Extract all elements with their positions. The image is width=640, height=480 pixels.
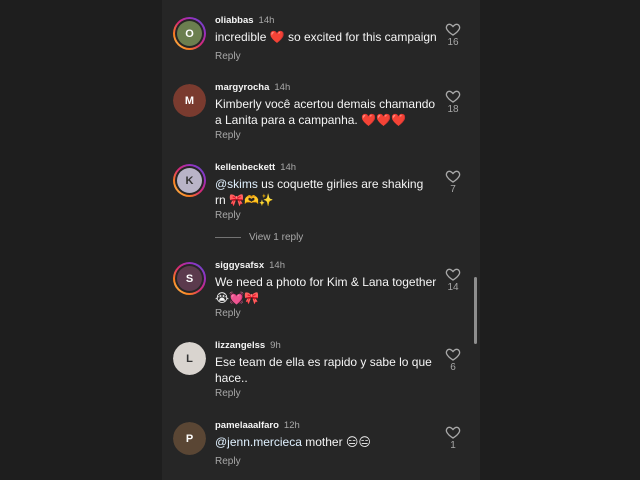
mention-link[interactable]: @skims [215,177,258,191]
reply-button[interactable]: Reply [215,130,241,141]
comment-time: 14h [258,15,275,26]
avatar-image: M [173,84,206,117]
comment-time: 12h [283,420,300,431]
heart-outline-icon[interactable] [445,88,461,104]
comment-text: Ese team de ella es rapido y sabe lo que… [215,355,432,385]
comment-username[interactable]: margyrocha [215,82,269,93]
like-count: 1 [450,440,456,451]
reply-button[interactable]: Reply [215,456,241,467]
like-count: 16 [447,37,459,48]
comment-time: 14h [280,162,297,173]
reply-button[interactable]: Reply [215,388,241,399]
avatar-image: L [173,342,206,375]
avatar[interactable]: O [173,17,206,50]
heart-outline-icon[interactable] [445,346,461,362]
comment-username[interactable]: siggysafsx [215,260,264,271]
heart-outline-icon[interactable] [445,424,461,440]
view-replies-button[interactable]: View 1 reply [215,232,303,243]
avatar-image: S [177,266,202,291]
comment-text: We need a photo for Kim & Lana together … [215,275,437,305]
view-replies-label: View 1 reply [249,232,304,243]
avatar[interactable]: P [173,422,206,455]
avatar[interactable]: M [173,84,206,117]
like-count: 14 [447,282,459,293]
comment-username[interactable]: kellenbeckett [215,162,275,173]
comment-meta: lizzangelss 9h [215,340,281,351]
like-count: 6 [450,362,456,373]
reply-button[interactable]: Reply [215,51,241,62]
heart-outline-icon[interactable] [445,266,461,282]
avatar-image: K [177,168,202,193]
comment-meta: pamelaaalfaro 12h [215,420,300,431]
reply-button[interactable]: Reply [215,210,241,221]
divider-line [215,236,241,238]
comment-username[interactable]: oliabbas [215,15,254,26]
comment-text: @skims us coquette girlies are shaking r… [215,176,437,208]
comment-text: Kimberly você acertou demais chamando a … [215,97,436,127]
comment-time: 14h [274,82,291,93]
comment-meta: siggysafsx 14h [215,260,285,271]
mention-link[interactable]: @jenn.mercieca [215,435,302,449]
avatar-image: O [177,21,202,46]
comment-username[interactable]: pamelaaalfaro [215,420,279,431]
reply-button[interactable]: Reply [215,308,241,319]
comment-text: @jenn.mercieca mother 😑😑 [215,434,437,450]
like-count: 7 [450,184,456,195]
comment-time: 14h [269,260,285,271]
comment-meta: margyrocha 14h [215,82,290,93]
heart-outline-icon[interactable] [445,168,461,184]
avatar[interactable]: K [173,164,206,197]
avatar[interactable]: L [173,342,206,375]
comment-meta: oliabbas 14h [215,15,274,26]
comment-text: incredible ❤️ so excited for this campai… [215,30,437,44]
avatar-image: P [173,422,206,455]
like-count: 18 [447,104,459,115]
comment-time: 9h [270,340,281,351]
comment-text-body: mother 😑😑 [301,435,371,449]
avatar[interactable]: S [173,262,206,295]
comment-meta: kellenbeckett 14h [215,162,296,173]
scrollbar[interactable] [474,277,477,344]
comment-username[interactable]: lizzangelss [215,340,265,351]
comments-panel: O oliabbas 14h incredible ❤️ so excited f… [162,0,480,480]
heart-outline-icon[interactable] [445,21,461,37]
